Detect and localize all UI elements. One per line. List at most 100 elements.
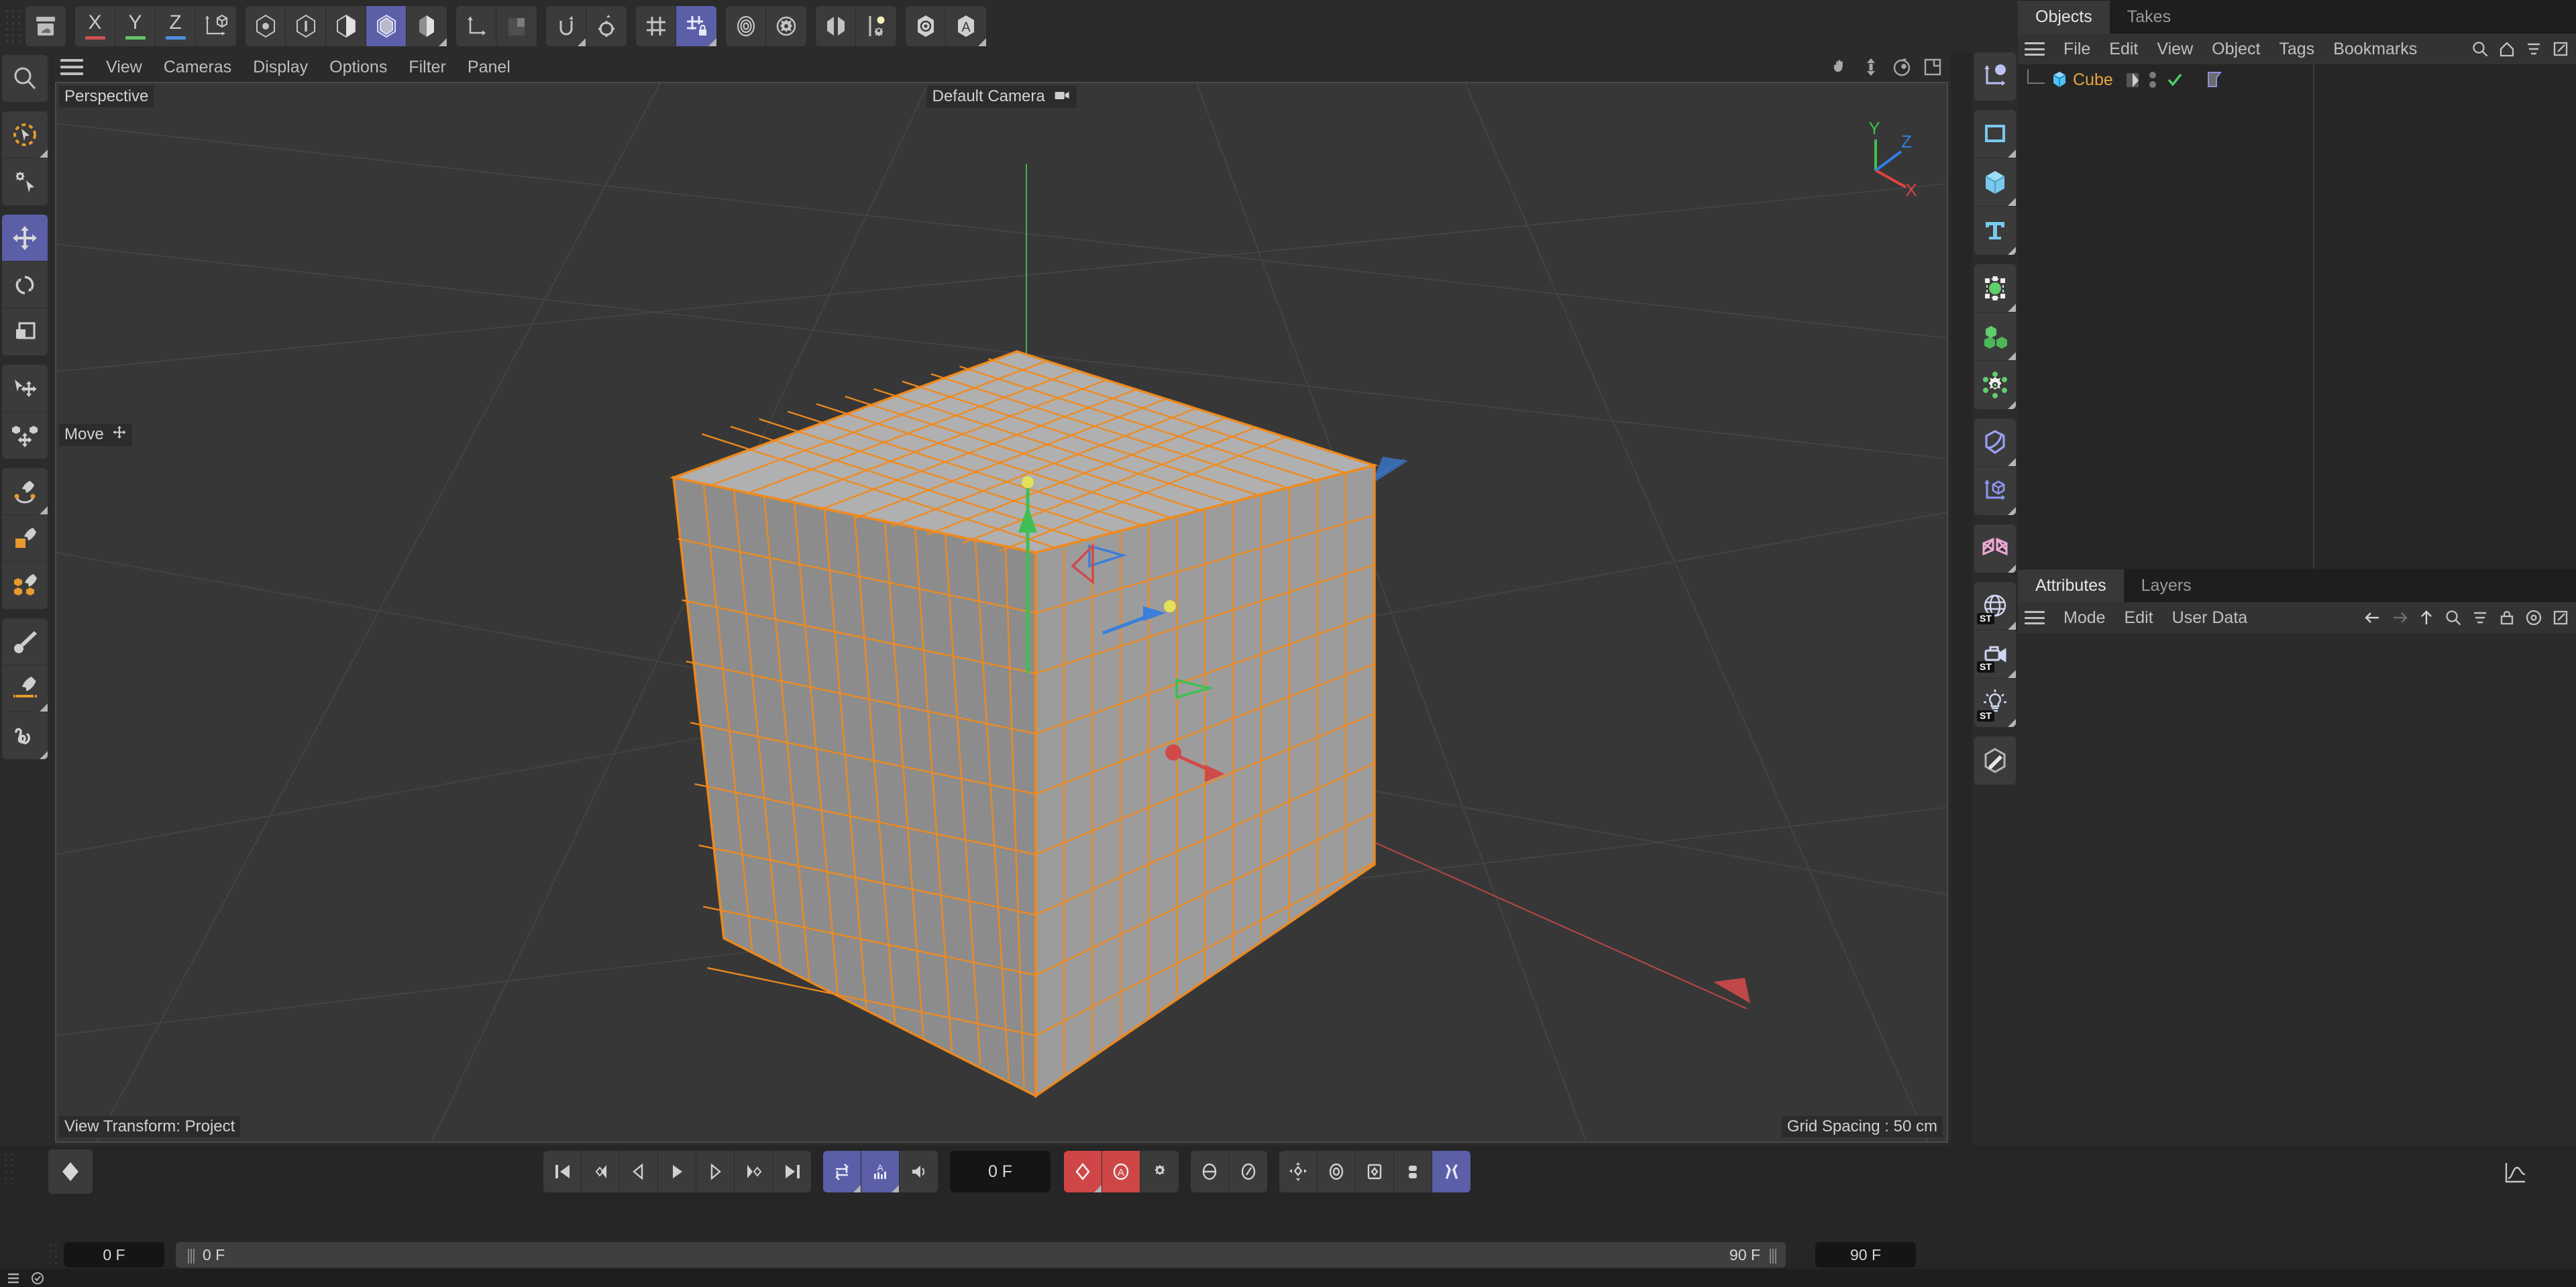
search-icon[interactable]: [2445, 609, 2462, 626]
viewport-menu-panel[interactable]: Panel: [457, 58, 521, 77]
rotate-tool-button[interactable]: [2, 262, 48, 309]
check-circle-icon[interactable]: [31, 1272, 44, 1285]
autokeying-button[interactable]: A: [1102, 1151, 1140, 1192]
rotation-key-button[interactable]: [1229, 1151, 1267, 1192]
move-tool-button[interactable]: [2, 215, 48, 262]
zoom-tool-button[interactable]: [2, 55, 48, 102]
record-active-objects-button[interactable]: [1064, 1151, 1102, 1192]
parametric-primitives-button[interactable]: [1974, 158, 2016, 207]
go-to-previous-frame-button[interactable]: [620, 1151, 658, 1192]
material-node-button[interactable]: [906, 6, 946, 46]
objects-menu-hamburger-icon[interactable]: [2025, 42, 2045, 56]
annotate-a-button[interactable]: A: [946, 6, 986, 46]
polygon-mode-button[interactable]: [326, 6, 366, 46]
animation-bar-grip[interactable]: [3, 1151, 16, 1184]
record-icon[interactable]: [2525, 609, 2542, 626]
tab-attributes[interactable]: Attributes: [2018, 569, 2124, 602]
viewport-menu-cameras[interactable]: Cameras: [153, 58, 242, 77]
spline-pen-tool-button[interactable]: [2, 468, 48, 515]
attributes-menu-mode[interactable]: Mode: [2054, 608, 2115, 628]
position-key-button[interactable]: [1191, 1151, 1229, 1192]
model-mode-button[interactable]: [366, 6, 407, 46]
loop-playback-button[interactable]: [823, 1151, 861, 1192]
viewport-menu-hamburger-icon[interactable]: [60, 59, 83, 75]
tab-objects[interactable]: Objects: [2018, 1, 2110, 34]
filter-icon[interactable]: [2471, 609, 2489, 626]
open-external-icon[interactable]: [2552, 40, 2569, 58]
open-external-icon[interactable]: [2552, 609, 2569, 626]
mograph-cloner-button[interactable]: [1974, 313, 2016, 361]
edge-mode-button[interactable]: [286, 6, 326, 46]
attributes-menu-edit[interactable]: Edit: [2115, 608, 2163, 628]
go-to-start-button[interactable]: [543, 1151, 582, 1192]
home-icon[interactable]: [2498, 40, 2516, 58]
point-mode-button[interactable]: [246, 6, 286, 46]
animation-preview-button[interactable]: A: [861, 1151, 900, 1192]
point-level-button[interactable]: [1394, 1151, 1432, 1192]
play-button[interactable]: [658, 1151, 696, 1192]
light-object-button[interactable]: ST: [1974, 679, 2016, 727]
lock-z-axis-button[interactable]: Z: [156, 6, 196, 46]
menu-lines-icon[interactable]: [7, 1272, 20, 1284]
objects-menu-view[interactable]: View: [2147, 40, 2202, 59]
spline-primitives-button[interactable]: [1974, 110, 2016, 158]
tab-layers[interactable]: Layers: [2124, 569, 2209, 602]
annotation-pencil-button[interactable]: [1974, 736, 2016, 785]
live-selection-tool-button[interactable]: [2, 111, 48, 158]
pla-key-button[interactable]: [1279, 1151, 1318, 1192]
end-frame-grey-field[interactable]: 90 F |||: [1670, 1242, 1786, 1268]
workplane-button[interactable]: [636, 6, 676, 46]
viewport-menu-options[interactable]: Options: [319, 58, 398, 77]
param-key-button[interactable]: [1356, 1151, 1394, 1192]
lock-workplane-button[interactable]: [676, 6, 716, 46]
texture-mode-button[interactable]: [407, 6, 447, 46]
environment-sky-button[interactable]: ST: [1974, 582, 2016, 630]
forward-arrow-icon[interactable]: [2391, 609, 2408, 626]
world-object-axis-button[interactable]: [196, 6, 236, 46]
object-enabled-check-icon[interactable]: [2165, 70, 2184, 89]
sound-button[interactable]: [900, 1151, 938, 1192]
objects-menu-tags[interactable]: Tags: [2269, 40, 2324, 59]
objects-menu-bookmarks[interactable]: Bookmarks: [2324, 40, 2426, 59]
tab-takes[interactable]: Takes: [2110, 1, 2188, 34]
start-frame-grey-field[interactable]: ||| 0 F: [176, 1242, 1786, 1268]
phong-tag-icon[interactable]: [2206, 70, 2224, 89]
start-frame-dark-field[interactable]: 0 F: [64, 1242, 164, 1268]
polygon-pen-tool-button[interactable]: [2, 515, 48, 562]
object-axis-tool-button[interactable]: [1974, 52, 2016, 101]
viewport-menu-display[interactable]: Display: [242, 58, 319, 77]
objects-tree[interactable]: Cube: [2018, 64, 2576, 581]
go-to-next-frame-button[interactable]: [696, 1151, 735, 1192]
record-keyframe-button[interactable]: [48, 1150, 93, 1194]
viewport-solo-button[interactable]: [496, 6, 537, 46]
deformers-button[interactable]: [1974, 418, 2016, 467]
viewport-3d-canvas[interactable]: Perspective Default Camera Move View Tra…: [55, 82, 1948, 1143]
selection-settings-tool-button[interactable]: [2, 158, 48, 205]
transfer-tool-button[interactable]: [2, 365, 48, 412]
toolbar-grip[interactable]: [4, 8, 21, 44]
lock-y-axis-button[interactable]: Y: [115, 6, 156, 46]
lock-x-axis-button[interactable]: X: [75, 6, 115, 46]
brush-tool-button[interactable]: [2, 618, 48, 665]
keyframe-selection-button[interactable]: [1140, 1151, 1179, 1192]
generators-button[interactable]: [1974, 264, 2016, 313]
render-gear-button[interactable]: [766, 6, 806, 46]
filter-icon[interactable]: [2525, 40, 2542, 58]
object-edit-toggle-icon[interactable]: [2124, 71, 2141, 89]
go-to-end-button[interactable]: [773, 1151, 811, 1192]
maximize-view-icon[interactable]: [1923, 57, 1943, 77]
search-icon[interactable]: [2471, 40, 2489, 58]
end-frame-dark-field[interactable]: 90 F: [1815, 1242, 1916, 1268]
mirror-tool-button[interactable]: [816, 6, 856, 46]
timeline-curve-button[interactable]: [2496, 1154, 2536, 1191]
objects-menu-file[interactable]: File: [2054, 40, 2100, 59]
snap-settings-button[interactable]: [586, 6, 627, 46]
sculpt-spline-tool-button[interactable]: [2, 712, 48, 759]
camera-object-button[interactable]: ST: [1974, 630, 2016, 679]
object-row-cube[interactable]: Cube: [2018, 64, 2576, 95]
lock-icon[interactable]: [2498, 609, 2516, 626]
hand-icon[interactable]: [1830, 57, 1850, 77]
frame-row-grip[interactable]: [47, 1242, 59, 1266]
go-to-previous-key-button[interactable]: [582, 1151, 620, 1192]
current-frame-field[interactable]: 0 F: [950, 1151, 1051, 1192]
